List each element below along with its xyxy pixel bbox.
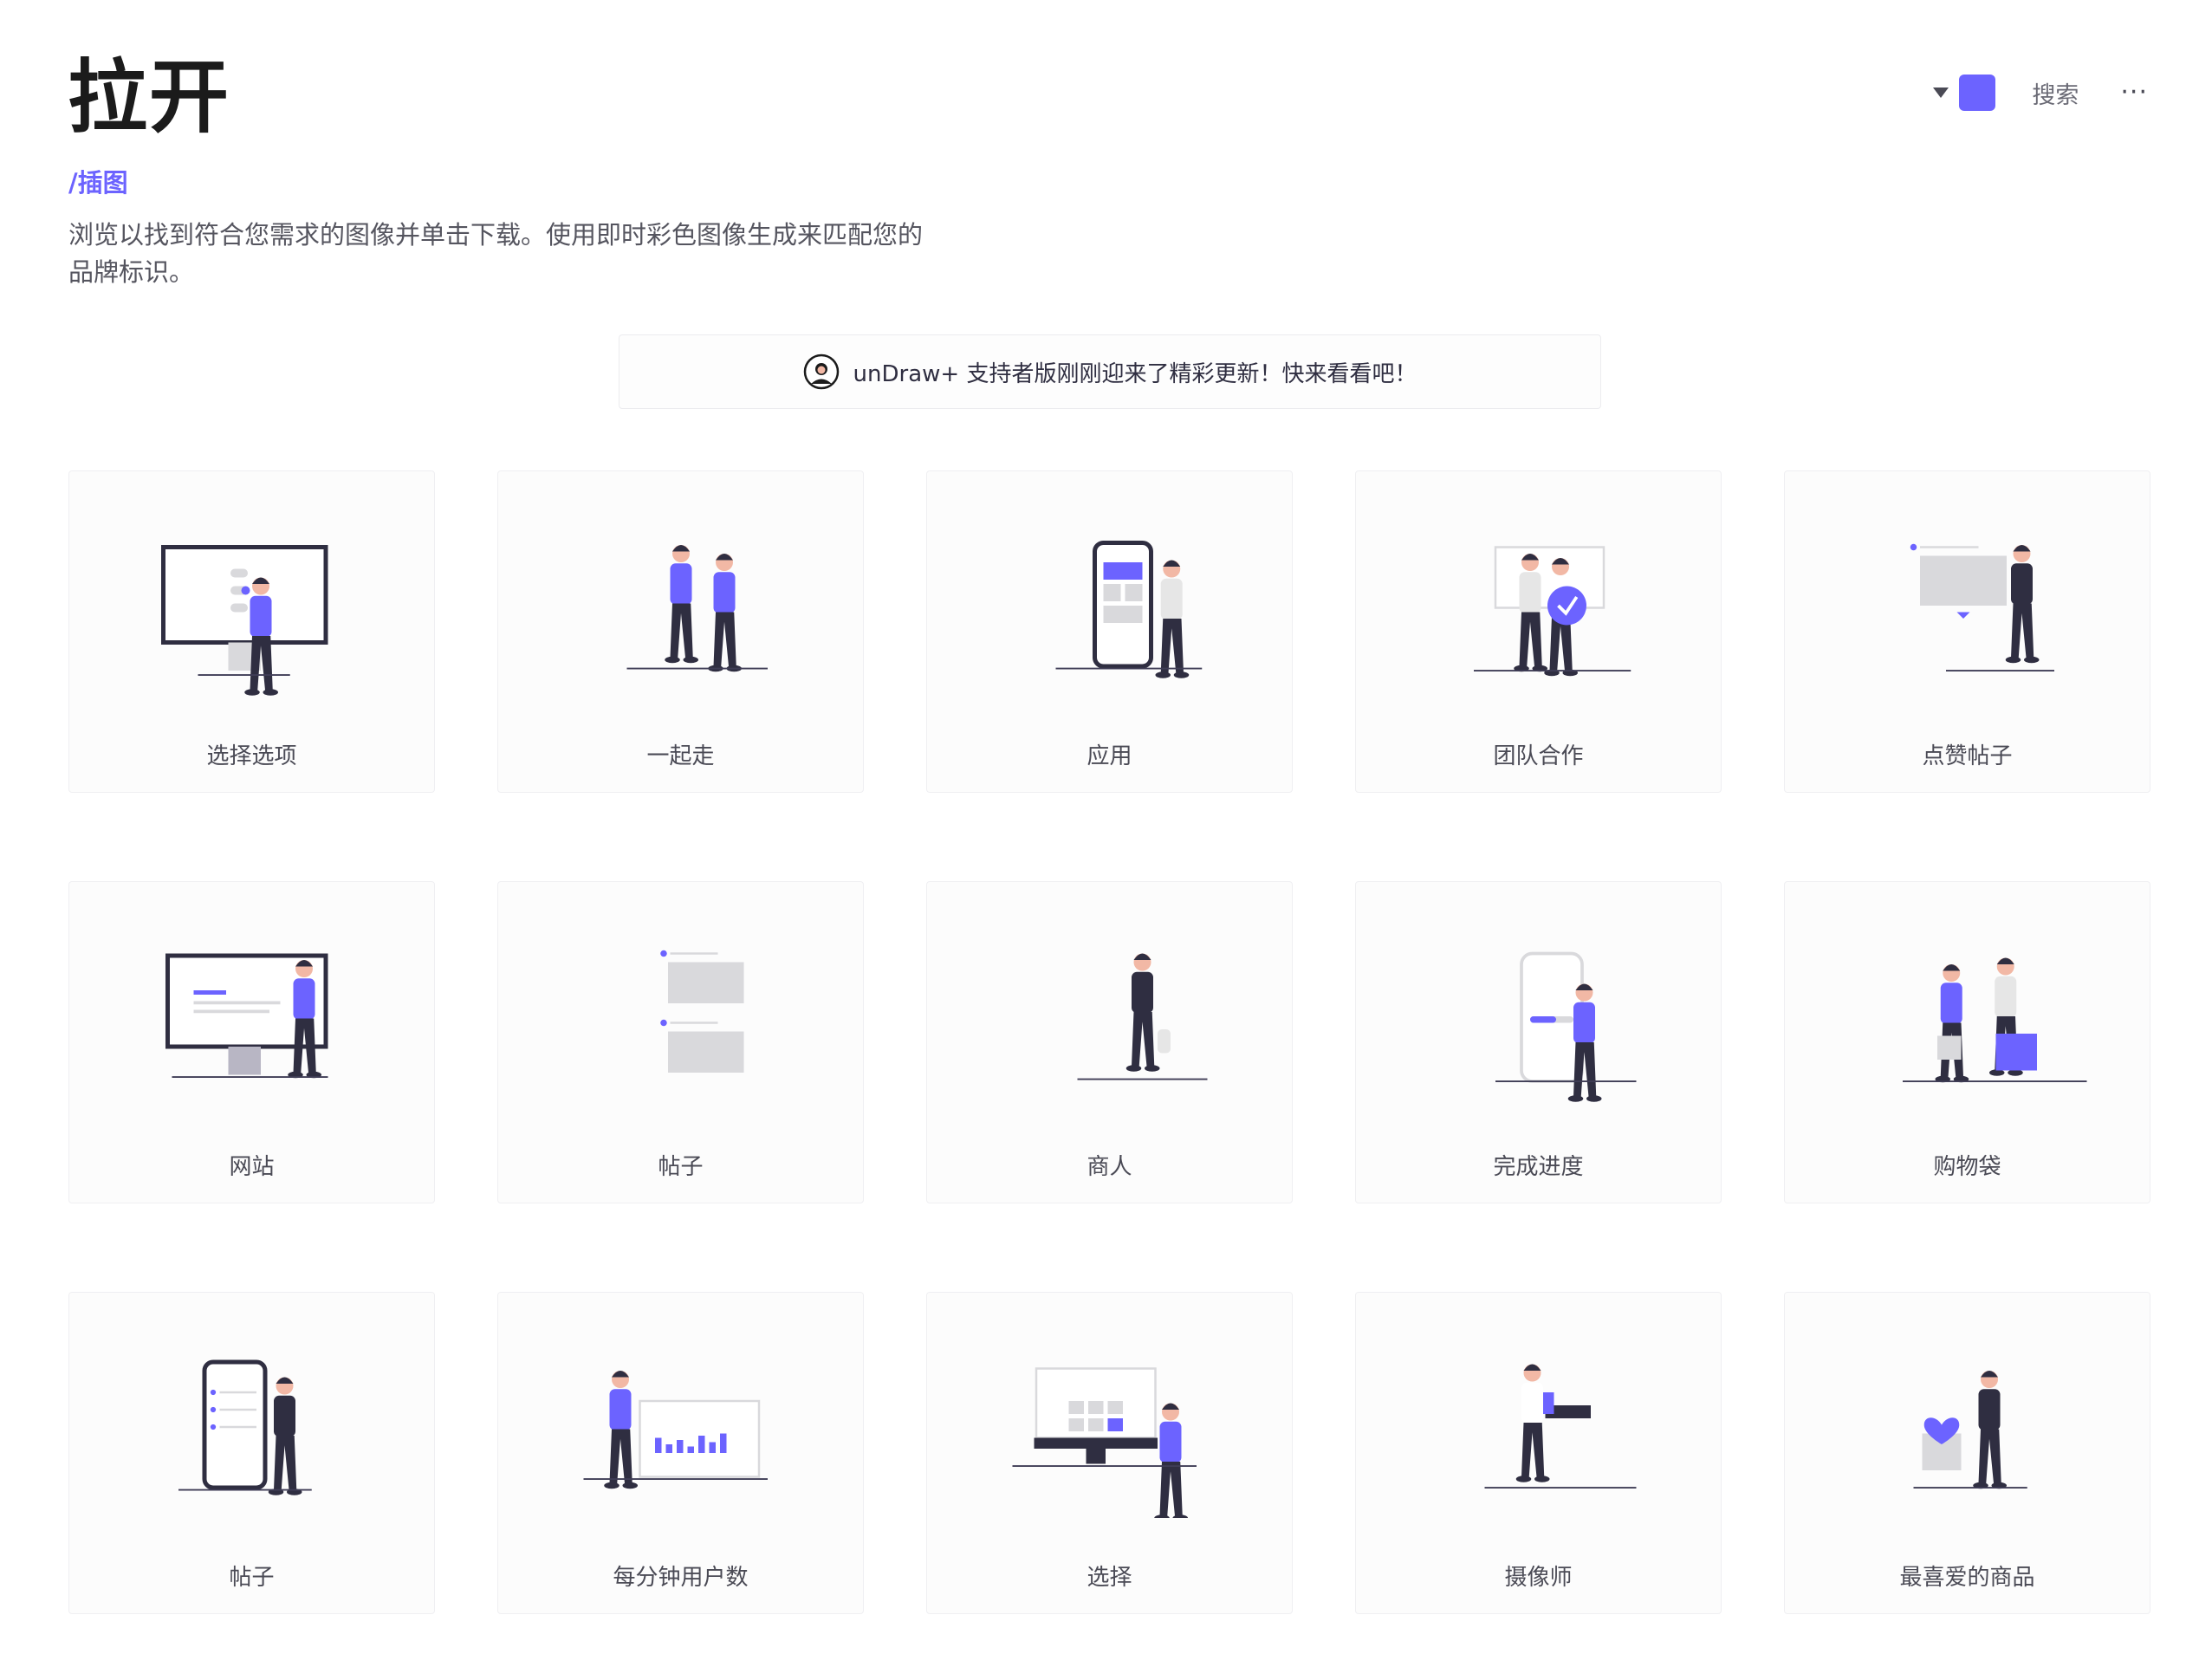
more-menu-button[interactable]: ···	[2120, 80, 2148, 106]
illustration-shopping	[1903, 957, 2087, 1083]
illustration-label: 选择选项	[206, 743, 297, 769]
supporter-banner[interactable]: unDraw+ 支持者版刚刚迎来了精彩更新！快来看看吧！	[619, 334, 1601, 409]
illustration-like-post	[1910, 543, 2054, 671]
illustration-label: 每分钟用户数	[613, 1565, 749, 1591]
illustration-label: 商人	[1087, 1154, 1132, 1180]
illustration-users-per-minute	[583, 1371, 768, 1489]
illustration-choose	[1012, 1367, 1197, 1518]
illustration-label: 完成进度	[1493, 1154, 1584, 1180]
page-description: 浏览以找到符合您需求的图像并单击下载。使用即时彩色图像生成来匹配您的品牌标识。	[68, 220, 924, 287]
breadcrumb[interactable]: /插图	[68, 163, 128, 199]
illustration-card[interactable]: 每分钟用户数	[497, 1292, 864, 1614]
illustration-website	[165, 953, 328, 1079]
illustration-card[interactable]: 购物袋	[1784, 881, 2150, 1203]
banner-text: unDraw+ 支持者版刚刚迎来了精彩更新！快来看看吧！	[853, 360, 1417, 387]
illustration-label: 摄像师	[1504, 1565, 1573, 1591]
illustration-cameraman	[1484, 1364, 1637, 1489]
top-toolbar: 搜索 ···	[1933, 75, 2148, 111]
illustration-card[interactable]: 点赞帖子	[1784, 470, 2150, 793]
illustration-label: 帖子	[658, 1154, 704, 1180]
illustration-label: 选择	[1087, 1565, 1132, 1591]
illustration-phone-posts	[178, 1359, 312, 1495]
illustration-card[interactable]: 摄像师	[1355, 1292, 1722, 1614]
page-title: 拉开	[68, 51, 231, 144]
illustration-card[interactable]: 最喜爱的商品	[1784, 1292, 2150, 1614]
illustration-label: 帖子	[229, 1565, 275, 1591]
illustration-monitor-toggle	[161, 545, 328, 696]
illustration-label: 应用	[1087, 743, 1132, 769]
illustration-card[interactable]: 网站	[68, 881, 435, 1203]
illustration-card[interactable]: 帖子	[68, 1292, 435, 1614]
illustration-walk-together	[626, 545, 768, 672]
illustration-progress	[1495, 951, 1637, 1102]
illustration-label: 网站	[229, 1154, 275, 1180]
color-picker-swatch[interactable]	[1959, 75, 1996, 111]
illustration-card[interactable]: 选择选项	[68, 470, 435, 793]
illustration-card[interactable]: 帖子	[497, 881, 864, 1203]
illustration-teamwork	[1474, 546, 1631, 677]
search-button[interactable]: 搜索	[2032, 76, 2079, 110]
illustration-label: 一起走	[646, 743, 715, 769]
illustration-card[interactable]: 商人	[926, 881, 1293, 1203]
illustration-posts	[660, 950, 744, 1073]
illustration-label: 最喜爱的商品	[1899, 1565, 2035, 1591]
avatar-icon	[803, 354, 839, 390]
illustration-label: 购物袋	[1933, 1154, 2001, 1180]
illustration-label: 团队合作	[1493, 743, 1584, 769]
illustration-phone-app	[1055, 541, 1203, 678]
illustration-card[interactable]: 应用	[926, 470, 1293, 793]
illustration-businessman	[1077, 953, 1208, 1080]
illustration-card[interactable]: 团队合作	[1355, 470, 1722, 793]
illustration-label: 点赞帖子	[1922, 743, 2013, 769]
illustration-card[interactable]: 选择	[926, 1292, 1293, 1614]
caret-down-icon[interactable]	[1933, 88, 1949, 98]
illustration-card[interactable]: 完成进度	[1355, 881, 1722, 1203]
illustration-favorite	[1913, 1371, 2027, 1489]
illustration-card[interactable]: 一起走	[497, 470, 864, 793]
